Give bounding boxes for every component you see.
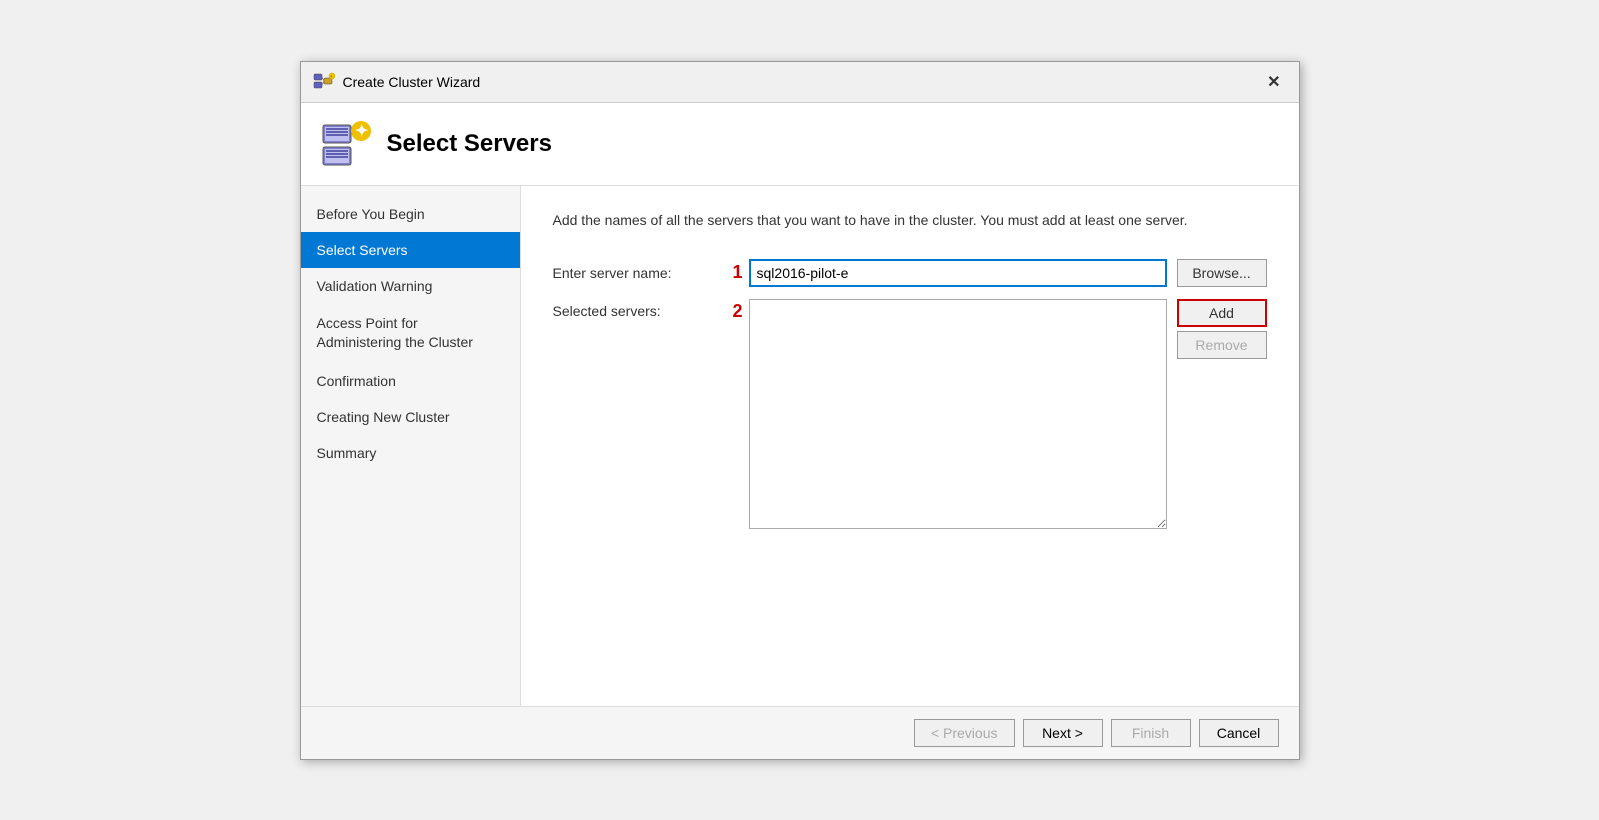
cancel-button[interactable]: Cancel: [1199, 719, 1279, 747]
badge-2: 2: [733, 301, 743, 322]
previous-button[interactable]: < Previous: [914, 719, 1015, 747]
sidebar-item-creating-new-cluster[interactable]: Creating New Cluster: [301, 399, 520, 435]
sidebar-item-before-you-begin[interactable]: Before You Begin: [301, 196, 520, 232]
next-button[interactable]: Next >: [1023, 719, 1103, 747]
title-bar: * Create Cluster Wizard ✕: [301, 62, 1299, 103]
selected-servers-label: Selected servers:: [553, 299, 733, 319]
sidebar-item-access-point[interactable]: Access Point for Administering the Clust…: [301, 304, 520, 363]
finish-button[interactable]: Finish: [1111, 719, 1191, 747]
svg-text:✦: ✦: [355, 123, 368, 140]
wizard-window: * Create Cluster Wizard ✕ ✦ Select Serve…: [300, 61, 1300, 760]
browse-button[interactable]: Browse...: [1177, 259, 1267, 287]
selected-servers-box[interactable]: [749, 299, 1167, 529]
main-content: Add the names of all the servers that yo…: [521, 186, 1299, 706]
sidebar-item-summary[interactable]: Summary: [301, 435, 520, 471]
header-section: ✦ Select Servers: [301, 103, 1299, 186]
server-name-label: Enter server name:: [553, 265, 733, 281]
content-area: Before You Begin Select Servers Validati…: [301, 186, 1299, 706]
server-name-input[interactable]: [749, 259, 1167, 287]
browse-button-group: Browse...: [1177, 259, 1267, 287]
sidebar: Before You Begin Select Servers Validati…: [301, 186, 521, 706]
footer-buttons: < Previous Next > Finish Cancel: [301, 706, 1299, 759]
close-button[interactable]: ✕: [1261, 70, 1286, 94]
add-remove-button-group: Add Remove: [1177, 299, 1267, 359]
badge-1: 1: [733, 262, 743, 283]
title-bar-left: * Create Cluster Wizard: [313, 71, 481, 93]
page-title: Select Servers: [387, 130, 552, 158]
sidebar-item-validation-warning[interactable]: Validation Warning: [301, 268, 520, 304]
description-text: Add the names of all the servers that yo…: [553, 210, 1267, 231]
sidebar-item-select-servers[interactable]: Select Servers: [301, 232, 520, 268]
window-icon: *: [313, 71, 335, 93]
sidebar-item-confirmation[interactable]: Confirmation: [301, 363, 520, 399]
header-icon: ✦: [321, 119, 371, 169]
server-name-input-group: 1: [733, 259, 1167, 287]
window-title: Create Cluster Wizard: [343, 74, 481, 90]
server-name-row: Enter server name: 1 Browse...: [553, 259, 1267, 287]
selected-servers-row: Selected servers: 2 Add Remove: [553, 299, 1267, 529]
add-button[interactable]: Add: [1177, 299, 1267, 327]
remove-button[interactable]: Remove: [1177, 331, 1267, 359]
